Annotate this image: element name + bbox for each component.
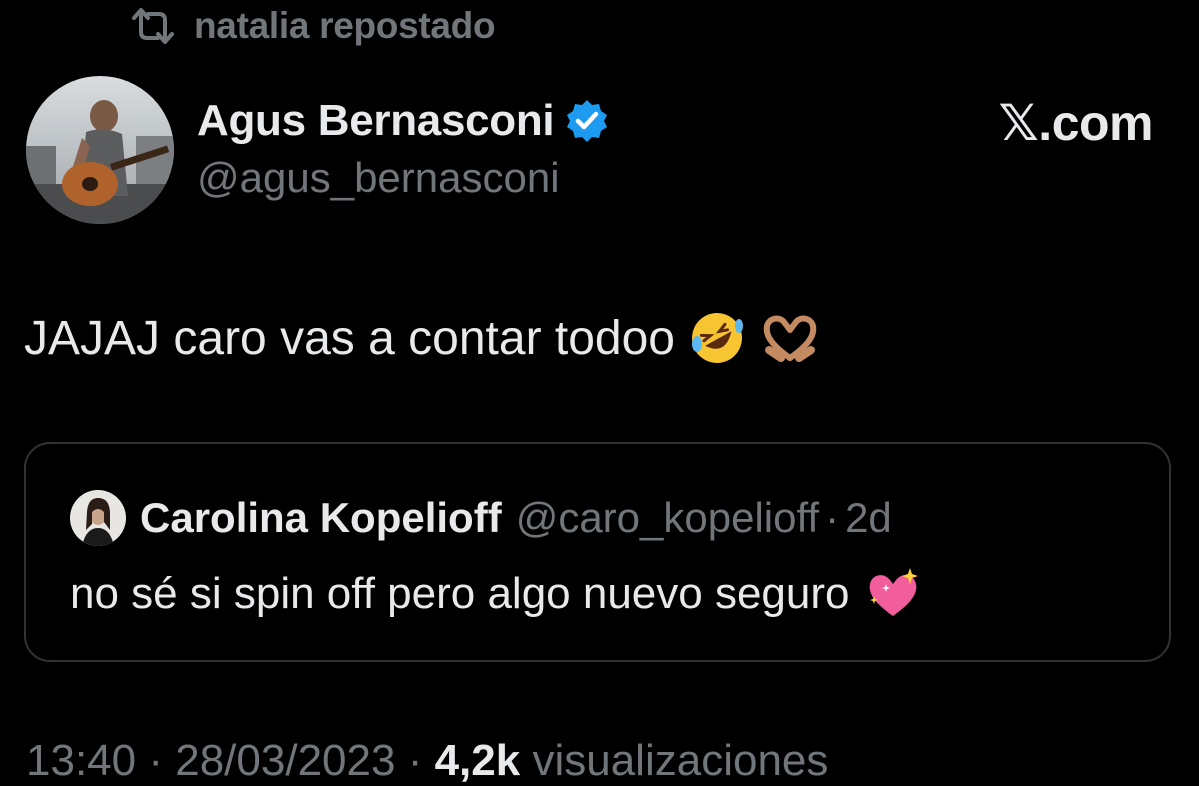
heart-hands-emoji-icon (759, 310, 821, 366)
author-handle[interactable]: @agus_bernasconi (197, 154, 560, 202)
meta-separator: · (148, 736, 163, 785)
meta-separator-2: · (407, 736, 423, 785)
quoted-tweet-card[interactable]: Carolina Kopelioff @caro_kopelioff · 2d … (24, 442, 1171, 662)
quoted-display-name[interactable]: Carolina Kopelioff (140, 494, 502, 542)
repost-label[interactable]: natalia repostado (194, 5, 496, 47)
meta-time[interactable]: 13:40 (26, 736, 136, 785)
brand-watermark: 𝕏.com (998, 95, 1154, 151)
meta-views-label: visualizaciones (532, 736, 829, 785)
meta-date[interactable]: 28/03/2023 (175, 736, 395, 785)
rolling-on-floor-laughing-emoji-icon (689, 310, 745, 366)
quoted-tweet-text: no sé si spin off pero algo nuevo seguro (70, 569, 850, 618)
verified-badge-icon (564, 98, 610, 144)
repost-icon (130, 6, 176, 46)
author-display-name[interactable]: Agus Bernasconi (197, 96, 555, 146)
quoted-separator: · (825, 494, 840, 541)
author-name-row: Agus Bernasconi (197, 92, 610, 150)
quoted-timestamp[interactable]: 2d (845, 494, 892, 542)
quoted-avatar[interactable] (70, 490, 126, 546)
tweet-meta: 13:40 · 28/03/2023 · 4,2k visualizacione… (26, 736, 828, 786)
repost-header: natalia repostado (130, 0, 496, 52)
avatar[interactable] (26, 76, 174, 224)
tweet-text: JAJAJ caro vas a contar todoo (24, 311, 675, 365)
quoted-tweet-header: Carolina Kopelioff @caro_kopelioff · 2d (70, 490, 892, 546)
meta-views-count: 4,2k (434, 736, 521, 785)
quoted-text-row: no sé si spin off pero algo nuevo seguro (70, 566, 922, 622)
tweet-text-row: JAJAJ caro vas a contar todoo (24, 310, 821, 366)
sparkling-heart-emoji-icon (864, 566, 922, 622)
quoted-handle[interactable]: @caro_kopelioff (516, 494, 819, 542)
